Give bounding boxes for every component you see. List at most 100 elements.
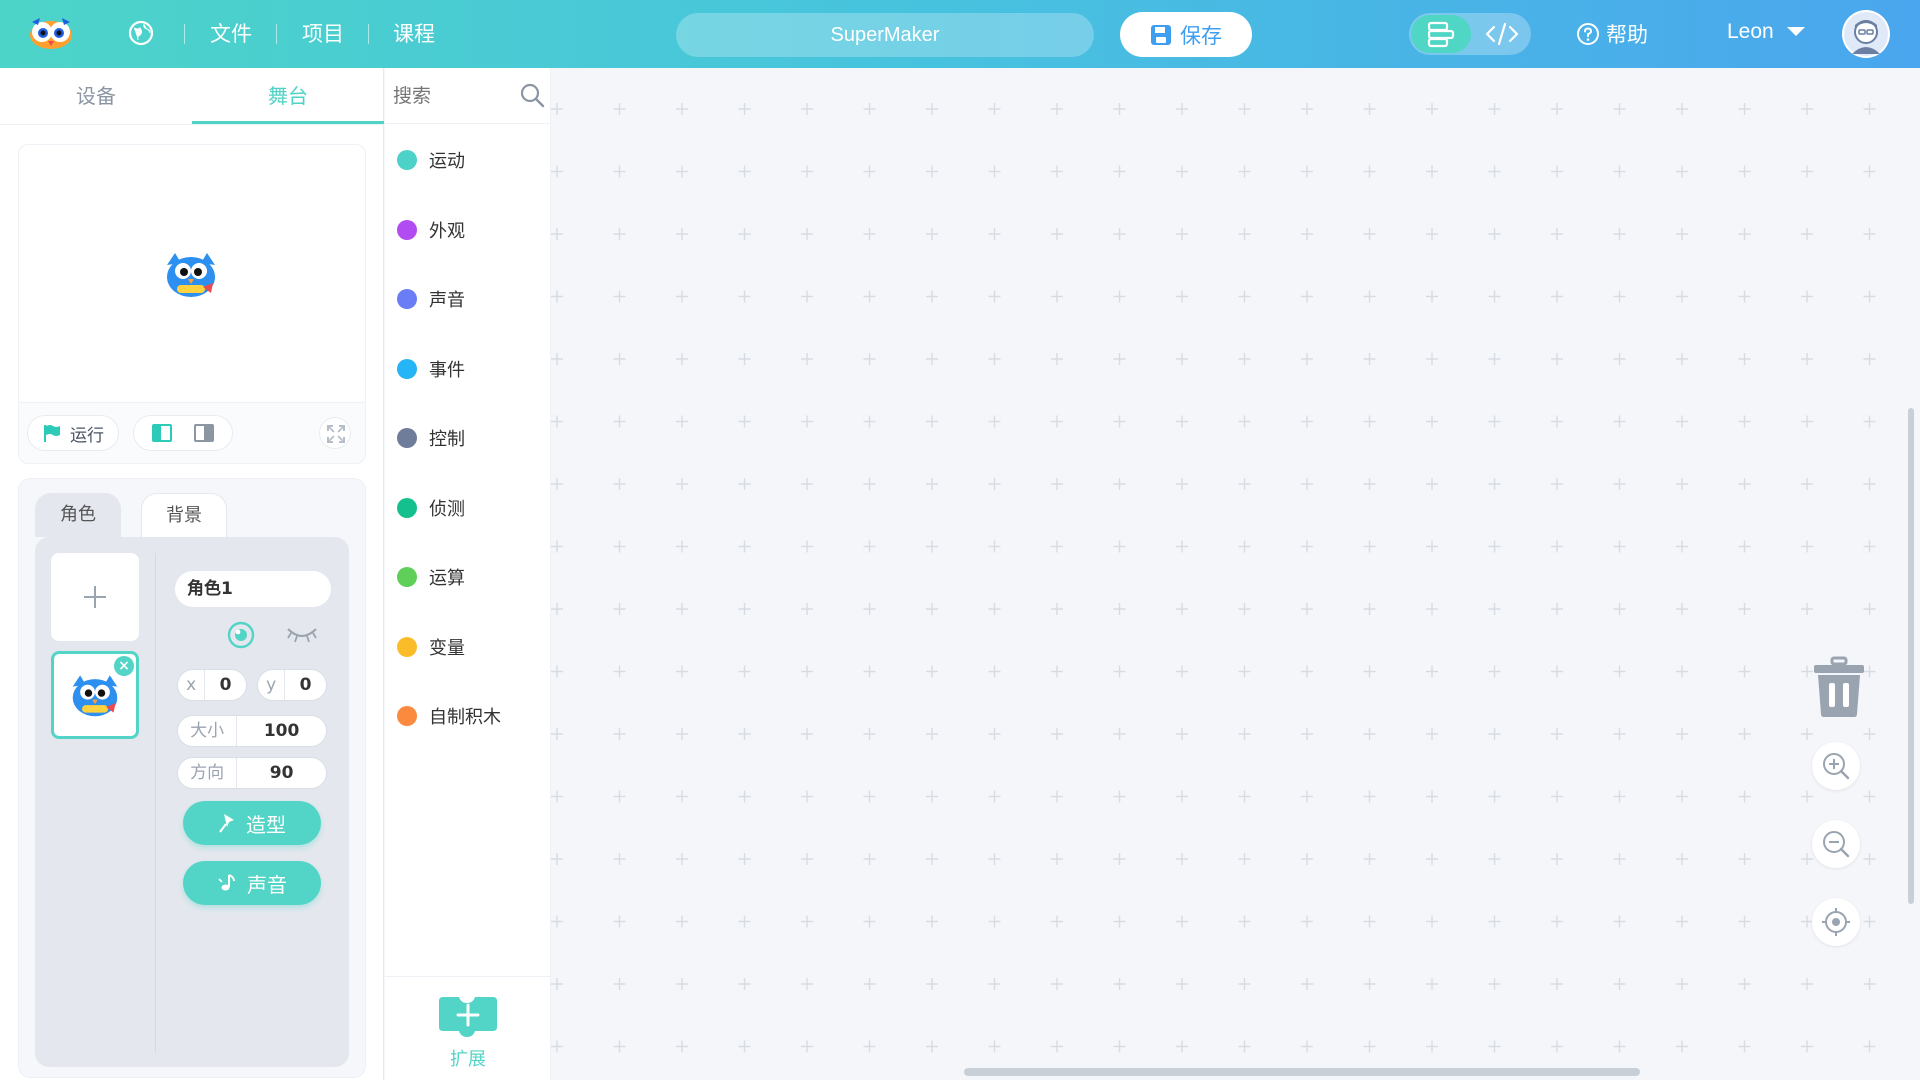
layout-toggle <box>133 415 233 451</box>
vertical-scrollbar[interactable] <box>1908 408 1914 904</box>
category-color-dot <box>397 706 417 726</box>
size-value: 100 <box>263 721 300 741</box>
add-sprite-button[interactable] <box>51 553 139 641</box>
music-note-icon <box>218 874 235 891</box>
user-avatar-icon <box>1844 12 1888 56</box>
tab-device[interactable]: 设备 <box>0 68 192 124</box>
small-stage-layout-icon[interactable] <box>152 424 172 442</box>
help-button[interactable]: 帮助 <box>1576 19 1648 49</box>
y-label: y <box>258 670 286 700</box>
floppy-disk-icon <box>1151 24 1171 45</box>
divider <box>368 24 369 44</box>
stage-canvas[interactable] <box>19 145 365 403</box>
y-field[interactable]: y 0 <box>257 669 327 701</box>
eye-open-icon[interactable] <box>227 621 255 649</box>
workspace-grid <box>551 103 1876 1053</box>
expand-icon <box>327 425 345 443</box>
menu-file[interactable]: 文件 <box>210 20 252 48</box>
category-item[interactable]: 运算 <box>397 557 547 597</box>
tab-backdrop[interactable]: 背景 <box>141 493 227 537</box>
search-icon[interactable] <box>519 82 545 108</box>
category-item[interactable]: 运动 <box>397 140 547 180</box>
flag-icon <box>44 425 60 442</box>
delete-sprite-button[interactable]: × <box>114 656 134 676</box>
category-label: 外观 <box>429 220 465 242</box>
zoom-out-icon <box>1823 831 1850 858</box>
category-label: 运算 <box>429 568 465 589</box>
globe-icon[interactable] <box>128 20 154 46</box>
direction-label: 方向 <box>178 758 238 788</box>
project-name-field[interactable]: SuperMaker <box>676 13 1094 57</box>
question-circle-icon <box>1577 23 1599 45</box>
top-bar: 文件 项目 课程 SuperMaker 保存 帮助 Leon <box>0 0 1920 68</box>
category-color-dot <box>397 219 417 240</box>
y-value: 0 <box>299 675 312 695</box>
sprite-name-field[interactable]: 角色1 <box>175 571 331 607</box>
zoom-in-button[interactable] <box>1812 742 1860 790</box>
sound-button[interactable]: 声音 <box>183 861 321 905</box>
code-mode-button[interactable] <box>1475 15 1529 53</box>
trash-icon[interactable] <box>1812 656 1866 718</box>
sprite-thumbnail[interactable]: × <box>51 651 139 739</box>
tab-sprite[interactable]: 角色 <box>35 493 121 537</box>
category-color-dot <box>397 636 417 657</box>
category-label: 事件 <box>429 359 465 381</box>
category-label: 侦测 <box>429 498 465 520</box>
block-categories-panel: 运动外观声音事件控制侦测运算变量自制积木 扩展 <box>385 68 551 1080</box>
category-item[interactable]: 控制 <box>397 418 547 458</box>
category-color-dot <box>397 497 417 518</box>
eye-closed-icon[interactable] <box>285 625 319 645</box>
zoom-out-button[interactable] <box>1812 820 1860 868</box>
add-extension-button[interactable] <box>437 995 499 1039</box>
category-item[interactable]: 事件 <box>397 349 547 389</box>
sprite-panel: 角色 背景 × 角色1 x 0 y 0 大小 100 方向 90 造型 声音 <box>18 478 366 1078</box>
owl-sprite-icon[interactable] <box>159 245 223 301</box>
left-panel: 设备 舞台 运行 角色 背景 × 角色1 x 0 y 0 大小 100 方向 9… <box>0 68 384 1080</box>
x-field[interactable]: x 0 <box>177 669 247 701</box>
x-label: x <box>178 670 206 700</box>
size-field[interactable]: 大小 100 <box>177 715 327 747</box>
blocks-mode-button[interactable] <box>1411 15 1471 53</box>
direction-field[interactable]: 方向 90 <box>177 757 327 789</box>
user-name: Leon <box>1727 20 1774 43</box>
owl-sprite-icon <box>72 675 118 717</box>
code-icon <box>1485 22 1519 46</box>
category-label: 运动 <box>429 151 465 172</box>
help-label: 帮助 <box>1606 23 1648 47</box>
search-bar <box>385 68 551 124</box>
code-workspace[interactable] <box>551 68 1920 1080</box>
fullscreen-button[interactable] <box>319 417 351 449</box>
category-item[interactable]: 声音 <box>397 279 547 319</box>
category-color-dot <box>397 358 417 379</box>
run-button[interactable]: 运行 <box>27 415 119 451</box>
save-button[interactable]: 保存 <box>1120 12 1252 57</box>
category-item[interactable]: 侦测 <box>397 488 547 528</box>
search-input[interactable] <box>393 80 503 112</box>
crosshair-icon <box>1822 908 1850 936</box>
save-label: 保存 <box>1180 23 1222 48</box>
category-label: 声音 <box>429 290 465 311</box>
avatar[interactable] <box>1842 10 1890 58</box>
caret-down-icon <box>1786 27 1805 36</box>
category-label: 变量 <box>429 637 465 659</box>
costume-button[interactable]: 造型 <box>183 801 321 845</box>
large-stage-layout-icon[interactable] <box>194 424 214 442</box>
tab-stage[interactable]: 舞台 <box>192 68 384 124</box>
sprite-body: × 角色1 x 0 y 0 大小 100 方向 90 造型 声音 <box>35 537 349 1067</box>
zoom-in-icon <box>1823 753 1850 780</box>
category-item[interactable]: 变量 <box>397 627 547 667</box>
menu-project[interactable]: 项目 <box>302 20 344 48</box>
reset-zoom-button[interactable] <box>1812 898 1860 946</box>
divider <box>276 24 277 44</box>
owl-logo[interactable] <box>28 16 74 50</box>
category-item[interactable]: 自制积木 <box>397 696 547 736</box>
category-color-dot <box>397 150 417 170</box>
direction-value: 90 <box>269 763 294 783</box>
category-item[interactable]: 外观 <box>397 210 547 250</box>
divider <box>184 24 185 44</box>
user-menu[interactable]: Leon <box>1727 20 1806 44</box>
category-label: 自制积木 <box>429 707 501 728</box>
horizontal-scrollbar[interactable] <box>964 1068 1640 1076</box>
category-color-dot <box>397 289 417 309</box>
menu-course[interactable]: 课程 <box>393 20 435 48</box>
